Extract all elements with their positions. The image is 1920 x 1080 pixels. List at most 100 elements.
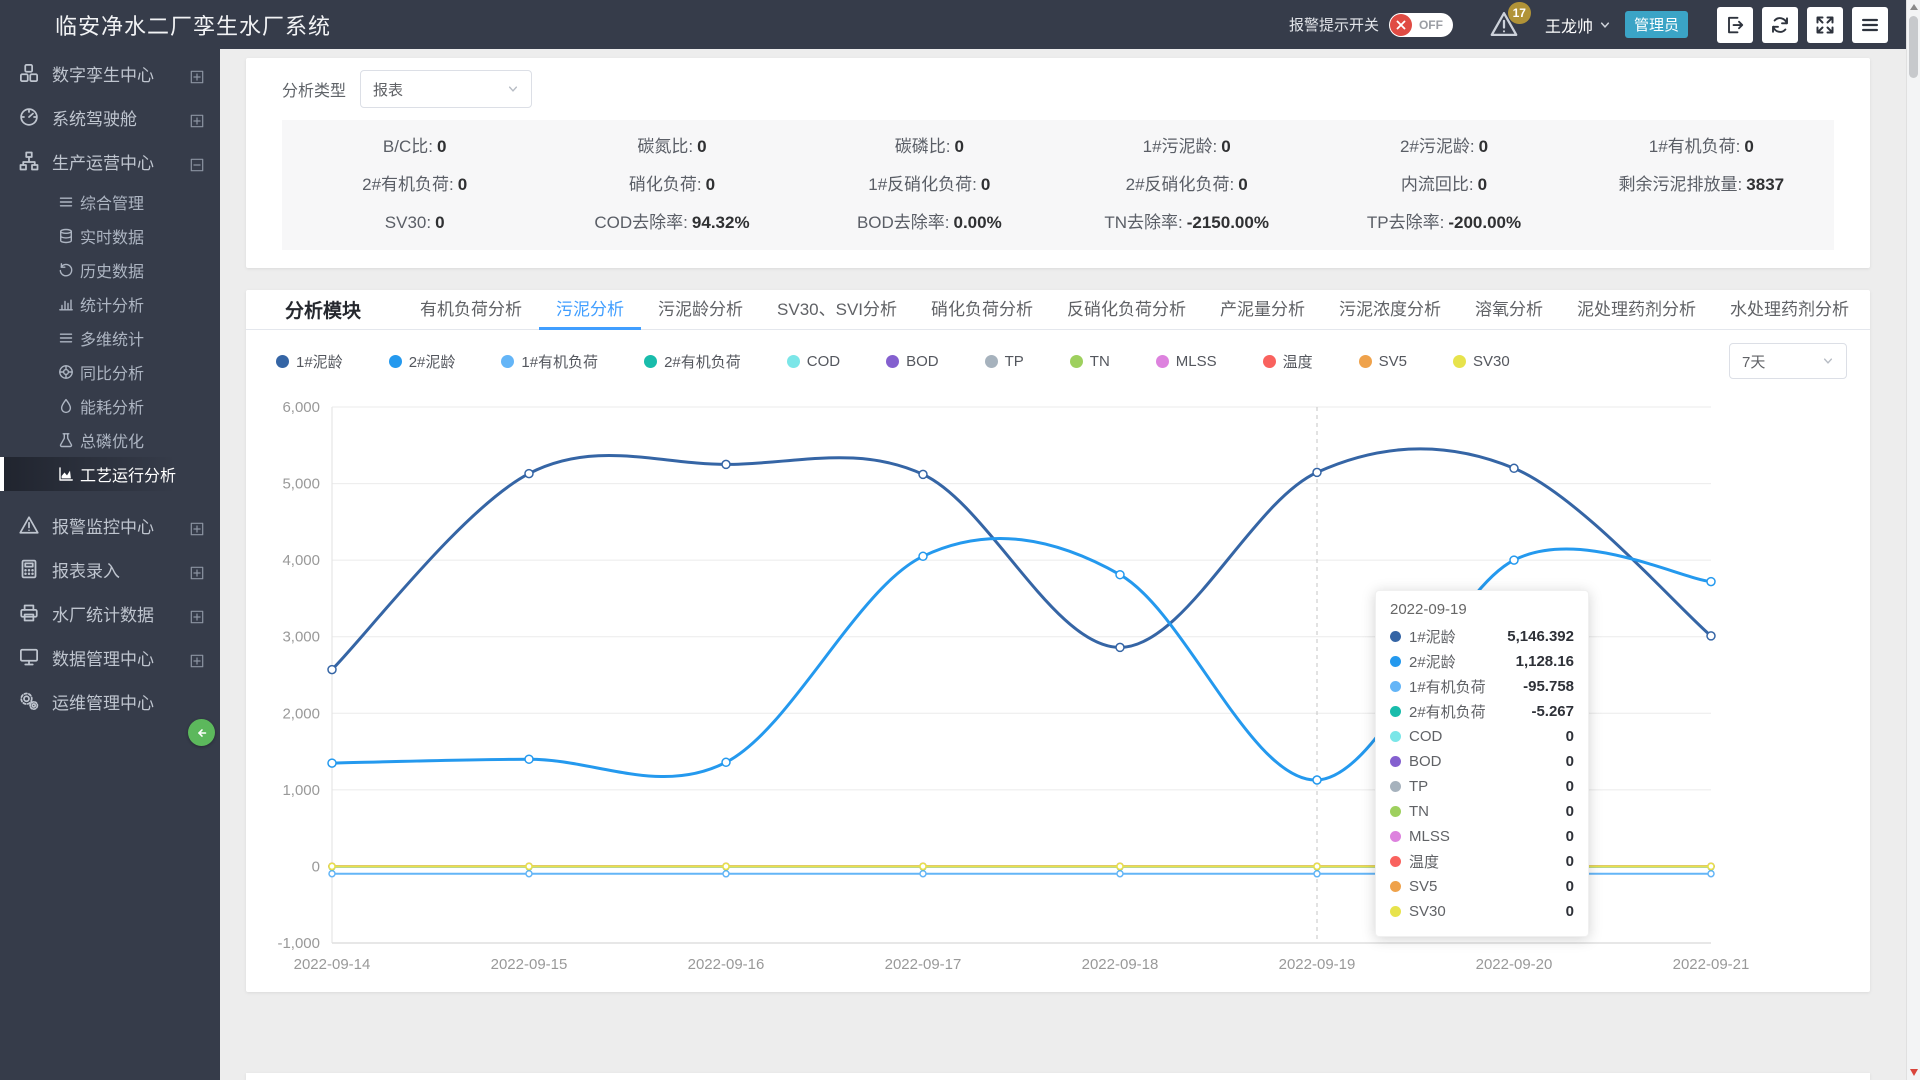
stat-value: 0 — [981, 175, 990, 194]
stat-label: BOD去除率: — [857, 213, 950, 232]
tooltip-row: 2#有机负荷-5.267 — [1390, 699, 1574, 724]
legend-item[interactable]: COD — [787, 353, 840, 370]
scrollbar-thumb[interactable] — [1909, 16, 1918, 78]
module-tab[interactable]: 污泥浓度分析 — [1322, 290, 1458, 330]
sidebar-subitem-active[interactable]: 工艺运行分析 — [0, 457, 220, 491]
stat-item: 2#反硝化负荷:0 — [1058, 166, 1315, 204]
sidebar-item[interactable]: 报表录入 — [0, 547, 220, 591]
menu-button[interactable] — [1852, 7, 1888, 43]
expand-plus-icon[interactable] — [190, 606, 204, 620]
svg-text:6,000: 6,000 — [282, 399, 320, 416]
legend-item[interactable]: 1#有机负荷 — [501, 351, 598, 372]
legend-item[interactable]: TN — [1070, 353, 1110, 370]
tooltip-series-value: 0 — [1566, 903, 1574, 920]
sidebar-item[interactable]: 生产运营中心 — [0, 139, 220, 183]
module-tab[interactable]: 污泥龄分析 — [641, 290, 760, 330]
alarm-toggle[interactable]: OFF — [1389, 13, 1453, 37]
sidebar-subitem[interactable]: 多维统计 — [0, 321, 220, 355]
sidebar-collapse-button[interactable] — [188, 719, 215, 746]
module-tab[interactable]: 产泥量分析 — [1203, 290, 1322, 330]
module-tab[interactable]: 有机负荷分析 — [403, 290, 539, 330]
legend-label: TN — [1090, 353, 1110, 370]
legend-dot-icon — [1070, 355, 1083, 368]
sidebar-subitem[interactable]: 统计分析 — [0, 287, 220, 321]
sidebar-item[interactable]: 数字孪生中心 — [0, 51, 220, 95]
tooltip-series-value: 0 — [1566, 878, 1574, 895]
stat-item: B/C比:0 — [286, 128, 543, 166]
expand-plus-icon[interactable] — [190, 518, 204, 532]
stat-value: 0 — [1479, 137, 1488, 156]
refresh-button[interactable] — [1762, 7, 1798, 43]
time-range-value: 7天 — [1742, 351, 1765, 372]
module-tab-active[interactable]: 污泥分析 — [539, 290, 641, 330]
sidebar-subitem[interactable]: 同比分析 — [0, 355, 220, 389]
sidebar-item-label: 报警监控中心 — [52, 513, 154, 538]
tooltip-series-name: 2#有机负荷 — [1409, 701, 1486, 722]
tooltip-row: COD0 — [1390, 724, 1574, 749]
sidebar-subitem[interactable]: 能耗分析 — [0, 389, 220, 423]
legend-item[interactable]: 温度 — [1263, 351, 1313, 372]
sidebar-subitem-label: 总磷优化 — [80, 428, 144, 452]
user-menu[interactable]: 王龙帅 — [1545, 13, 1611, 37]
sidebar-item[interactable]: 报警监控中心 — [0, 503, 220, 547]
legend-item[interactable]: TP — [985, 353, 1024, 370]
sidebar-item-label: 生产运营中心 — [52, 149, 154, 174]
expand-plus-icon[interactable] — [190, 66, 204, 80]
arrow-left-icon — [195, 726, 209, 740]
alarm-notification[interactable]: 17 — [1489, 10, 1523, 40]
module-tab[interactable]: 溶氧分析 — [1458, 290, 1560, 330]
tooltip-series-value: 0 — [1566, 753, 1574, 770]
svg-text:2022-09-19: 2022-09-19 — [1279, 956, 1356, 973]
stat-label: 1#反硝化负荷: — [868, 175, 977, 194]
tooltip-series-name: 1#有机负荷 — [1409, 676, 1486, 697]
analysis-line-chart[interactable]: -1,00001,0002,0003,0004,0005,0006,000202… — [262, 386, 1862, 986]
page-scrollbar[interactable] — [1906, 0, 1920, 1080]
legend-label: TP — [1005, 353, 1024, 370]
stat-value: -200.00% — [1448, 213, 1521, 232]
tooltip-date: 2022-09-19 — [1390, 601, 1574, 618]
sidebar-subitem[interactable]: 历史数据 — [0, 253, 220, 287]
stat-value: 0 — [435, 213, 444, 232]
time-range-select[interactable]: 7天 — [1729, 343, 1847, 379]
analysis-type-select[interactable]: 报表 — [360, 70, 532, 108]
scroll-down-arrow-icon[interactable] — [1910, 1069, 1918, 1076]
legend-item[interactable]: 2#有机负荷 — [644, 351, 741, 372]
expand-plus-icon[interactable] — [190, 562, 204, 576]
fullscreen-button[interactable] — [1807, 7, 1843, 43]
stat-item: 2#有机负荷:0 — [286, 166, 543, 204]
toggle-off-x-icon — [1390, 14, 1412, 36]
module-tab[interactable]: 水处理药剂分析 — [1713, 290, 1866, 330]
legend-item[interactable]: SV30 — [1453, 353, 1510, 370]
module-tab[interactable]: SV30、SVI分析 — [760, 290, 914, 330]
module-tab[interactable]: 硝化负荷分析 — [914, 290, 1050, 330]
logout-button[interactable] — [1717, 7, 1753, 43]
chart-area[interactable]: -1,00001,0002,0003,0004,0005,0006,000202… — [262, 386, 1870, 986]
tooltip-dot-icon — [1390, 706, 1401, 717]
legend-item[interactable]: SV5 — [1359, 353, 1407, 370]
sidebar-item[interactable]: 系统驾驶舱 — [0, 95, 220, 139]
tooltip-dot-icon — [1390, 781, 1401, 792]
legend-item[interactable]: BOD — [886, 353, 939, 370]
stat-item: 1#污泥龄:0 — [1058, 128, 1315, 166]
expand-plus-icon[interactable] — [190, 110, 204, 124]
stat-item: COD去除率:94.32% — [543, 204, 800, 242]
scroll-up-arrow-icon[interactable] — [1910, 4, 1918, 10]
stat-value: 3837 — [1746, 175, 1784, 194]
collapse-minus-icon[interactable] — [190, 154, 204, 168]
module-tab[interactable]: 泥处理药剂分析 — [1560, 290, 1713, 330]
legend-item[interactable]: MLSS — [1156, 353, 1217, 370]
sidebar-subitem[interactable]: 总磷优化 — [0, 423, 220, 457]
legend-item[interactable]: 2#泥龄 — [389, 351, 456, 372]
legend-item[interactable]: 1#泥龄 — [276, 351, 343, 372]
sidebar-subitem[interactable]: 综合管理 — [0, 185, 220, 219]
sidebar-item[interactable]: 数据管理中心 — [0, 635, 220, 679]
sidebar-item[interactable]: 水厂统计数据 — [0, 591, 220, 635]
expand-plus-icon[interactable] — [190, 650, 204, 664]
sidebar-subitem[interactable]: 实时数据 — [0, 219, 220, 253]
stat-label: 2#反硝化负荷: — [1126, 175, 1235, 194]
svg-text:2022-09-21: 2022-09-21 — [1673, 956, 1750, 973]
stat-item: 1#反硝化负荷:0 — [801, 166, 1058, 204]
sidebar-item[interactable]: 运维管理中心 — [0, 679, 220, 723]
analysis-card: 分析模块 有机负荷分析污泥分析污泥龄分析SV30、SVI分析硝化负荷分析反硝化负… — [246, 290, 1870, 992]
module-tab[interactable]: 反硝化负荷分析 — [1050, 290, 1203, 330]
